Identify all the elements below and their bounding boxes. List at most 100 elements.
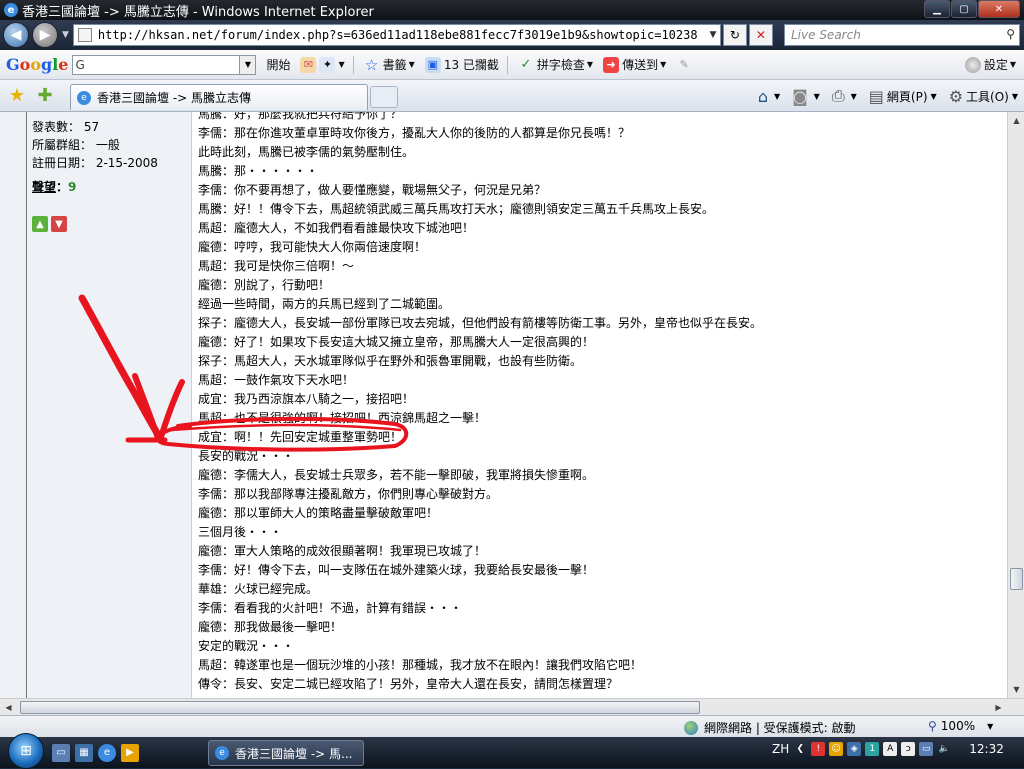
- maximize-button[interactable]: ▢: [951, 0, 977, 18]
- back-button[interactable]: ◀: [3, 22, 29, 48]
- page-menu-label: 網頁(P): [886, 89, 928, 104]
- network-tray-icon[interactable]: ◈: [847, 742, 862, 756]
- start-button[interactable]: ⊞: [8, 732, 44, 769]
- post-line: 李儒：看看我的火計吧！不過，計算有錯誤・・・: [198, 601, 463, 615]
- tab-forum[interactable]: e 香港三國論壇 -> 馬騰立志傳: [70, 84, 368, 110]
- post-line: 龐德：李儒大人，長安城士兵眾多，若不能一擊即破，我軍將損失慘重啊。: [198, 468, 595, 482]
- ime-mode-icon[interactable]: 1: [865, 742, 880, 756]
- zone-label: 網際網路 | 受保護模式: 啟動: [704, 721, 856, 735]
- vertical-scroll-thumb[interactable]: [1010, 568, 1023, 590]
- ime-a-icon[interactable]: A: [883, 742, 898, 756]
- column-divider: [26, 112, 27, 698]
- horizontal-scrollbar[interactable]: ◀ ▶: [0, 698, 1024, 715]
- ime-char-icon[interactable]: ↄ: [901, 742, 916, 756]
- pen-icon: ✎: [679, 58, 689, 71]
- google-search-dropdown-icon[interactable]: ▼: [240, 54, 257, 75]
- popup-icon: ✉: [300, 56, 317, 73]
- taskbar-window-label: 香港三國論壇 -> 馬...: [235, 746, 353, 761]
- tab-label: 香港三國論壇 -> 馬騰立志傳: [97, 91, 252, 105]
- scroll-up-icon[interactable]: ▲: [1008, 112, 1024, 129]
- post-line: 龐德：好了！如果攻下長安這大城又擁立皇帝，那馬騰大人一定很高興的！: [198, 335, 595, 349]
- horizontal-scroll-thumb[interactable]: [20, 701, 700, 714]
- favorites-star-icon[interactable]: ★: [6, 85, 28, 107]
- send-to-button[interactable]: ➜ 傳送到 ▼: [603, 56, 666, 73]
- live-search-field[interactable]: Live Search ⚲: [784, 24, 1020, 46]
- post-line: 馬超：我可是快你三倍啊！～: [198, 259, 355, 273]
- reputation-votes: ▲ ▼: [32, 216, 70, 232]
- security-zone[interactable]: 網際網路 | 受保護模式: 啟動: [684, 719, 856, 736]
- scroll-down-icon[interactable]: ▼: [1008, 681, 1024, 698]
- add-favorites-icon[interactable]: ✚: [34, 85, 56, 107]
- home-dropdown-icon: ▼: [773, 91, 781, 101]
- switch-windows-icon[interactable]: ▦: [75, 743, 93, 762]
- clock[interactable]: 12:32: [969, 742, 1004, 756]
- show-desktop-icon[interactable]: ▭: [52, 743, 70, 762]
- google-logo: Google: [6, 55, 69, 74]
- stop-button[interactable]: ✕: [748, 24, 773, 46]
- minimize-button[interactable]: ▁: [924, 0, 950, 18]
- printer-icon: ⎙: [831, 86, 845, 105]
- settings-icon: [964, 56, 981, 73]
- scroll-left-icon[interactable]: ◀: [0, 699, 17, 716]
- post-line: 龐德：那我做最後一擊吧！: [198, 620, 343, 634]
- address-url[interactable]: http://hksan.net/forum/index.php?s=636ed…: [98, 28, 706, 42]
- volume-icon[interactable]: 🔈: [937, 742, 951, 756]
- google-toolbar: Google G ▼ 開始 ✉ ✦ ▼ ☆ 書籤 ▼ ▣ 13 已攔截 ✓ 拼字檢查 ▼ ➜ 傳…: [0, 50, 1024, 80]
- toolbar-separator: [506, 55, 508, 74]
- google-tools-button[interactable]: ✉ ✦ ▼: [300, 56, 345, 73]
- address-dropdown-icon[interactable]: ▼: [706, 30, 720, 40]
- settings-label: 設定: [983, 58, 1008, 72]
- spellcheck-button[interactable]: ✓ 拼字檢查 ▼: [518, 56, 593, 73]
- google-settings-button[interactable]: 設定 ▼: [964, 56, 1016, 73]
- post-line: 此時此刻，馬騰已被李儒的氣勢壓制住。: [198, 145, 415, 159]
- rss-icon: ◙: [792, 86, 808, 106]
- page-icon: ▤: [868, 86, 884, 106]
- bookmarks-dropdown-icon: ▼: [408, 60, 415, 69]
- zoom-control[interactable]: ⚲ 100% ▼: [928, 719, 993, 733]
- join-date: 註冊日期： 2-15-2008: [32, 156, 158, 170]
- settings-dropdown-icon: ▼: [1009, 60, 1016, 69]
- bookmarks-button[interactable]: ☆ 書籤 ▼: [364, 56, 415, 74]
- post-line: 龐德：軍大人策略的成效很顯著啊！我軍現已攻城了！: [198, 544, 487, 558]
- close-button[interactable]: ✕: [978, 0, 1020, 18]
- tools-menu-label: 工具(O): [966, 89, 1009, 104]
- security-alert-icon[interactable]: !: [811, 742, 826, 756]
- refresh-button[interactable]: ↻: [722, 24, 747, 46]
- popup-blocked-button[interactable]: ▣ 13 已攔截: [424, 56, 499, 73]
- reputation-link[interactable]: 聲望: [32, 180, 56, 194]
- page-dropdown-icon: ▼: [930, 91, 937, 101]
- ie-launch-icon[interactable]: e: [98, 743, 116, 762]
- internet-zone-icon: [684, 720, 698, 735]
- tray-expand-icon[interactable]: ❮: [793, 742, 807, 756]
- taskbar-ie-icon: e: [215, 746, 229, 760]
- page-menu-button[interactable]: ▤ 網頁(P) ▼: [869, 87, 937, 106]
- google-start-button[interactable]: 開始: [266, 56, 290, 73]
- toolbar-separator: [352, 55, 354, 74]
- feeds-button[interactable]: ◙ ▼: [792, 87, 820, 106]
- home-button[interactable]: ⌂ ▼: [758, 87, 780, 106]
- print-button[interactable]: ⎙ ▼: [832, 86, 857, 106]
- language-indicator[interactable]: ZH: [772, 742, 789, 756]
- window-title: 香港三國論壇 -> 馬騰立志傳 - Windows Internet Explo…: [22, 4, 374, 20]
- vote-up-icon[interactable]: ▲: [32, 216, 48, 232]
- highlight-button[interactable]: ✎: [676, 57, 695, 73]
- address-field[interactable]: http://hksan.net/forum/index.php?s=636ed…: [72, 24, 721, 46]
- forward-button[interactable]: ▶: [32, 22, 58, 48]
- search-icon[interactable]: ⚲: [1006, 27, 1015, 41]
- tools-menu-button[interactable]: ⚙ 工具(O) ▼: [949, 87, 1018, 106]
- new-tab-button[interactable]: [370, 86, 398, 108]
- spellcheck-label: 拼字檢查: [536, 58, 585, 72]
- vertical-scrollbar[interactable]: ▲ ▼: [1007, 112, 1024, 698]
- scroll-right-icon[interactable]: ▶: [990, 699, 1007, 716]
- user-icon[interactable]: ☺: [829, 742, 844, 756]
- send-to-label: 傳送到: [622, 58, 659, 72]
- vote-down-icon[interactable]: ▼: [51, 216, 67, 232]
- history-dropdown-icon[interactable]: ▼: [62, 30, 69, 40]
- taskbar-ie-window[interactable]: e 香港三國論壇 -> 馬...: [208, 740, 364, 766]
- display-icon[interactable]: ▭: [919, 742, 934, 756]
- bookmarks-label: 書籤: [382, 58, 407, 72]
- post-line: 李儒：好！傳令下去，叫一支隊伍在城外建築火球，我要給長安最後一擊！: [198, 563, 595, 577]
- google-search-input[interactable]: G: [72, 54, 241, 75]
- popup-blocked-label: 13 已攔截: [443, 58, 499, 72]
- media-player-icon[interactable]: ▶: [121, 743, 139, 762]
